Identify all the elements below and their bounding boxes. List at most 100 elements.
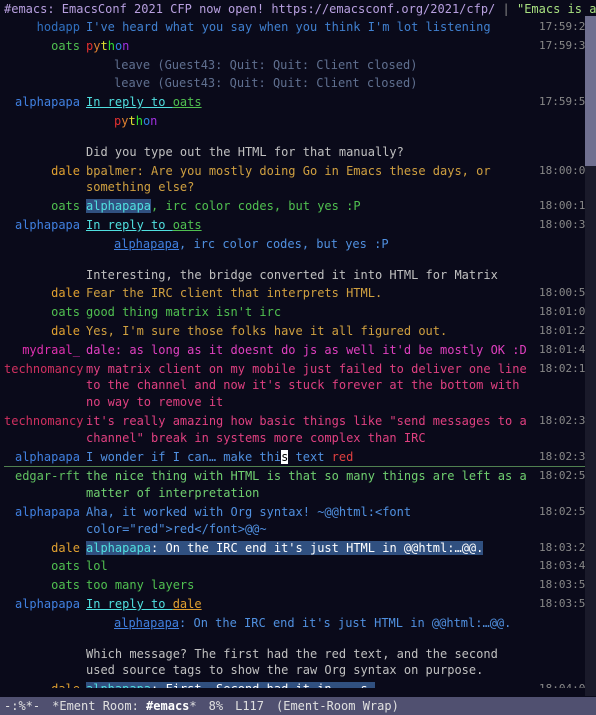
modeline-buffer: *Ement Room: #emacs*: [52, 699, 197, 713]
timestamp: 18:00:19: [532, 198, 592, 215]
nick: alphapapa: [4, 449, 86, 466]
nick: [4, 57, 86, 74]
message-body: python: [86, 113, 532, 130]
message-body: it's really amazing how basic things lik…: [86, 413, 532, 447]
message-body: alphapapa: First. Second had it in ~ ~s.: [86, 681, 532, 688]
mention[interactable]: alphapapa: [86, 682, 151, 688]
message-body: Yes, I'm sure those folks have it all fi…: [86, 323, 532, 340]
nick: oats: [4, 558, 86, 575]
message-body: alphapapa, irc color codes, but yes :P: [86, 198, 532, 215]
timestamp: 18:02:18: [532, 361, 592, 411]
timestamp: 18:03:46: [532, 558, 592, 575]
message-row: oatstoo many layers18:03:52: [0, 576, 596, 595]
timestamp: 18:01:44: [532, 342, 592, 359]
timestamp: 18:03:29: [532, 540, 592, 557]
reply-link[interactable]: In reply to: [86, 597, 173, 611]
nick: dale: [4, 681, 86, 688]
message-body: alphapapa: On the IRC end it's just HTML…: [86, 540, 532, 557]
nick: [4, 75, 86, 92]
timestamp: 18:04:08: [532, 681, 592, 688]
scrollbar[interactable]: [585, 16, 596, 696]
message-body: In reply to dale: [86, 596, 532, 613]
reply-target[interactable]: oats: [173, 218, 202, 232]
timestamp: 18:00:50: [532, 285, 592, 302]
message-body: I've heard what you say when you think I…: [86, 19, 532, 36]
nick: oats: [4, 577, 86, 594]
timestamp: 18:02:35: [532, 413, 592, 447]
message-body: alphapapa, irc color codes, but yes :P: [86, 236, 532, 253]
message-body: lol: [86, 558, 532, 575]
reply-target[interactable]: oats: [173, 95, 202, 109]
message-body: alphapapa: On the IRC end it's just HTML…: [86, 615, 532, 632]
nick: dale: [4, 540, 86, 557]
message-body: In reply to oats: [86, 217, 532, 234]
cursor: s: [281, 450, 288, 464]
nick: oats: [4, 38, 86, 55]
message-body: leave (Guest43: Quit: Quit: Client close…: [86, 57, 532, 74]
message-row: hodappI've heard what you say when you t…: [0, 18, 596, 37]
timestamp: 18:03:52: [532, 577, 592, 594]
nick: [4, 113, 86, 130]
message-list[interactable]: hodappI've heard what you say when you t…: [0, 18, 596, 688]
modeline-mode: (Ement-Room Wrap): [276, 699, 399, 713]
mention[interactable]: alphapapa: [114, 237, 179, 251]
timestamp: [532, 57, 592, 74]
modeline-line: L117: [235, 699, 264, 713]
message-row: alphapapa, irc color codes, but yes :P: [0, 235, 596, 254]
message-body: the nice thing with HTML is that so many…: [86, 468, 532, 502]
nick: hodapp: [4, 19, 86, 36]
nick: alphapapa: [4, 596, 86, 613]
nick: [4, 615, 86, 632]
nick: dale: [4, 285, 86, 302]
nick: oats: [4, 304, 86, 321]
message-row: alphapapaIn reply to dale18:03:59: [0, 595, 596, 614]
scrollbar-thumb[interactable]: [585, 16, 596, 166]
message-body: dale: as long as it doesnt do js as well…: [86, 342, 532, 359]
message-body: bpalmer: Are you mostly doing Go in Emac…: [86, 163, 532, 197]
message-row: oatslol18:03:46: [0, 557, 596, 576]
topic-text: : EmacsConf 2021 CFP now open! https://e…: [47, 2, 502, 16]
reply-link[interactable]: In reply to: [86, 95, 173, 109]
message-body: I wonder if I can… make this text red: [86, 449, 532, 466]
mention[interactable]: alphapapa: [86, 199, 151, 213]
timestamp: [532, 144, 592, 161]
timestamp: 18:00:35: [532, 217, 592, 234]
timestamp: 18:00:09: [532, 163, 592, 197]
message-row: alphapapaAha, it worked with Org syntax!…: [0, 503, 596, 539]
message-row: mydraal_dale: as long as it doesnt do js…: [0, 341, 596, 360]
mention[interactable]: alphapapa: [86, 541, 151, 555]
message-row: dalealphapapa: First. Second had it in ~…: [0, 680, 596, 688]
nick: [4, 144, 86, 161]
modeline-state: -:%*-: [4, 699, 40, 713]
message-row: Did you type out the HTML for that manua…: [0, 143, 596, 162]
message-body: In reply to oats: [86, 94, 532, 111]
nick: alphapapa: [4, 217, 86, 234]
nick: [4, 236, 86, 253]
message-row: daleFear the IRC client that interprets …: [0, 284, 596, 303]
nick: alphapapa: [4, 94, 86, 111]
message-row: oatsgood thing matrix isn't irc18:01:05: [0, 303, 596, 322]
message-row: leave (Guest43: Quit: Quit: Client close…: [0, 74, 596, 93]
message-row: edgar-rftthe nice thing with HTML is tha…: [0, 467, 596, 503]
timestamp: 17:59:58: [532, 94, 592, 111]
nick: oats: [4, 198, 86, 215]
reply-target[interactable]: dale: [173, 597, 202, 611]
message-body: my matrix client on my mobile just faile…: [86, 361, 532, 411]
timestamp: 18:01:21: [532, 323, 592, 340]
message-row: Which message? The first had the red tex…: [0, 645, 596, 681]
timestamp: 18:01:05: [532, 304, 592, 321]
timestamp: 18:03:59: [532, 596, 592, 613]
message-body: Which message? The first had the red tex…: [86, 646, 532, 680]
message-row: alphapapaIn reply to oats18:00:35: [0, 216, 596, 235]
titlebar: #emacs: EmacsConf 2021 CFP now open! htt…: [0, 0, 596, 18]
topic-quote: "Emacs is a co: [517, 2, 596, 16]
message-body: Aha, it worked with Org syntax! ~@@html:…: [86, 504, 532, 538]
nick: [4, 267, 86, 284]
reply-link[interactable]: In reply to: [86, 218, 173, 232]
timestamp: [532, 646, 592, 680]
mention[interactable]: alphapapa: [114, 616, 179, 630]
message-row: leave (Guest43: Quit: Quit: Client close…: [0, 56, 596, 75]
message-body: leave (Guest43: Quit: Quit: Client close…: [86, 75, 532, 92]
message-row: alphapapaI wonder if I can… make this te…: [0, 448, 596, 467]
message-row: oatsalphapapa, irc color codes, but yes …: [0, 197, 596, 216]
